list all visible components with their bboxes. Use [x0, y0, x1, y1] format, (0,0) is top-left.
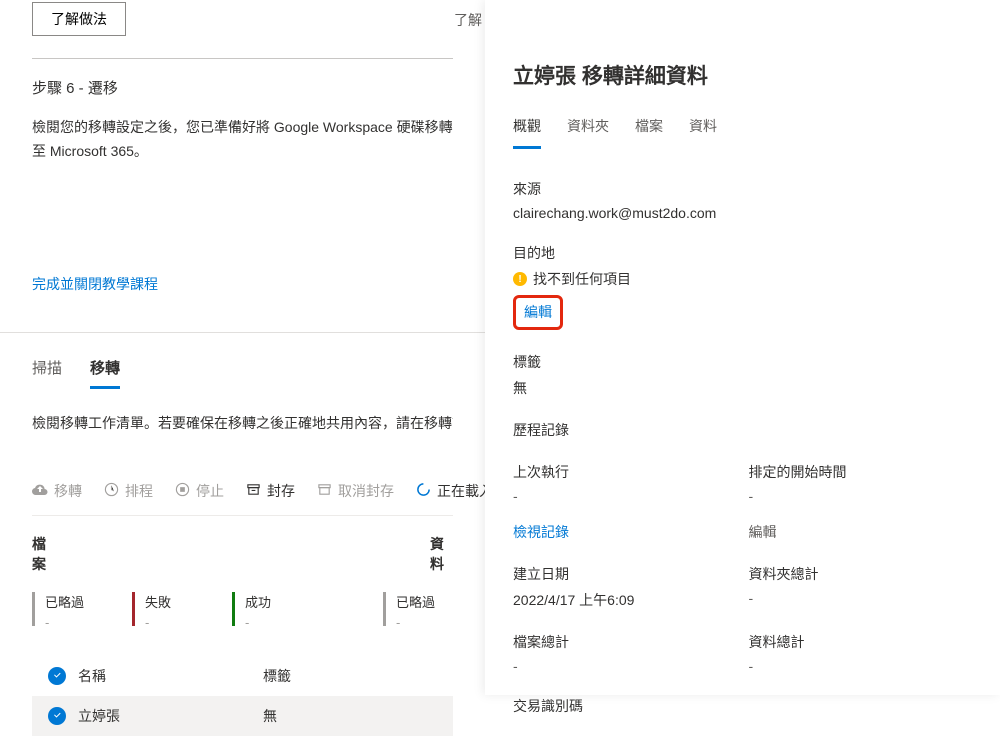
- toolbar-stop: 停止: [175, 481, 224, 501]
- step-description: 檢閱您的移轉設定之後，您已準備好將 Google Workspace 硬碟移轉至…: [32, 116, 453, 164]
- folders-total-label: 資料夾總計: [749, 564, 965, 584]
- toolbar-stop-label: 停止: [196, 481, 224, 501]
- folders-total-value: -: [749, 590, 965, 606]
- main-tabs: 掃描 移轉: [32, 357, 453, 389]
- history-label: 歷程記錄: [513, 420, 964, 440]
- stat-skipped2-value: -: [396, 615, 435, 630]
- transaction-id-label: 交易識別碼: [513, 696, 964, 716]
- panel-tab-data[interactable]: 資料: [689, 116, 717, 149]
- stat-skipped-value: -: [45, 615, 84, 630]
- stat-skipped-label: 已略過: [45, 592, 84, 611]
- stat-failed-value: -: [145, 615, 171, 630]
- stat-bar-failed: [132, 592, 135, 626]
- divider: [32, 58, 453, 59]
- table-row[interactable]: 立婷張 無: [32, 696, 453, 736]
- cloud-upload-icon: [32, 481, 48, 500]
- details-panel: 立婷張 移轉詳細資料 概觀 資料夾 檔案 資料 來源 clairechang.w…: [485, 0, 1000, 695]
- row-checkbox[interactable]: [48, 707, 66, 725]
- clock-icon: [104, 482, 119, 500]
- source-label: 來源: [513, 179, 964, 199]
- row-tag: 無: [263, 706, 449, 726]
- archive-icon: [246, 482, 261, 500]
- panel-tab-files[interactable]: 檔案: [635, 116, 663, 149]
- created-value: 2022/4/17 上午6:09: [513, 590, 729, 610]
- toolbar-migrate: 移轉: [32, 481, 82, 501]
- learn-how-button-peek: 了解: [454, 10, 482, 30]
- stat-skipped2-label: 已略過: [396, 592, 435, 611]
- edit-schedule-link[interactable]: 編輯: [749, 524, 777, 540]
- toolbar-migrate-label: 移轉: [54, 481, 82, 501]
- files-total-value: -: [513, 658, 729, 674]
- warning-icon: !: [513, 272, 527, 286]
- stat-success-label: 成功: [245, 592, 271, 611]
- stat-success-value: -: [245, 615, 271, 630]
- unarchive-icon: [317, 482, 332, 500]
- tag-value: 無: [513, 378, 964, 398]
- panel-tab-folders[interactable]: 資料夾: [567, 116, 609, 149]
- migration-description: 檢閱移轉工作清單。若要確保在移轉之後正確地共用內容，請在移轉前先設定身分: [32, 413, 453, 433]
- destination-value: 找不到任何項目: [533, 269, 631, 289]
- destination-label: 目的地: [513, 243, 964, 263]
- toolbar-unarchive-label: 取消封存: [338, 481, 394, 501]
- lastrun-label: 上次執行: [513, 462, 729, 482]
- panel-title: 立婷張 移轉詳細資料: [513, 60, 964, 90]
- data-total-value: -: [749, 658, 965, 674]
- files-total-label: 檔案總計: [513, 632, 729, 652]
- edit-destination-highlight: 編輯: [513, 295, 563, 330]
- stat-bar-success: [232, 592, 235, 626]
- learn-how-button[interactable]: 了解做法: [32, 2, 126, 36]
- stats-header-data: 資料: [430, 534, 453, 574]
- finish-close-tutorial-link[interactable]: 完成並關閉教學課程: [32, 274, 158, 294]
- tag-label: 標籤: [513, 352, 964, 372]
- row-name: 立婷張: [78, 706, 263, 726]
- stat-failed-label: 失敗: [145, 592, 171, 611]
- toolbar-schedule-label: 排程: [125, 481, 153, 501]
- step-title: 步驟 6 - 遷移: [32, 77, 453, 98]
- stop-icon: [175, 482, 190, 500]
- stats-header-files: 檔案: [32, 534, 55, 574]
- toolbar-schedule: 排程: [104, 481, 153, 501]
- stat-bar-skipped2: [383, 592, 386, 626]
- view-log-link[interactable]: 檢視記錄: [513, 524, 569, 540]
- spinner-icon: [416, 482, 431, 500]
- tab-scan[interactable]: 掃描: [32, 357, 62, 389]
- tab-migrate[interactable]: 移轉: [90, 357, 120, 389]
- col-header-name[interactable]: 名稱: [78, 666, 263, 686]
- stat-bar-skipped: [32, 592, 35, 626]
- panel-tabs: 概觀 資料夾 檔案 資料: [513, 116, 964, 149]
- col-header-tag[interactable]: 標籤: [263, 666, 449, 686]
- table-header: 名稱 標籤: [32, 656, 453, 696]
- stats-row: 已略過 - 失敗 - 成功 -: [32, 592, 453, 630]
- lastrun-value: -: [513, 488, 729, 504]
- data-total-label: 資料總計: [749, 632, 965, 652]
- created-label: 建立日期: [513, 564, 729, 584]
- scheduled-start-label: 排定的開始時間: [749, 462, 965, 482]
- toolbar-archive[interactable]: 封存: [246, 481, 295, 501]
- toolbar-unarchive: 取消封存: [317, 481, 394, 501]
- scheduled-start-value: -: [749, 488, 965, 504]
- source-value: clairechang.work@must2do.com: [513, 205, 964, 221]
- toolbar-archive-label: 封存: [267, 481, 295, 501]
- select-all-checkbox[interactable]: [48, 667, 66, 685]
- edit-destination-link[interactable]: 編輯: [524, 304, 552, 320]
- panel-tab-overview[interactable]: 概觀: [513, 116, 541, 149]
- toolbar: 移轉 排程 停止 封存: [32, 481, 453, 516]
